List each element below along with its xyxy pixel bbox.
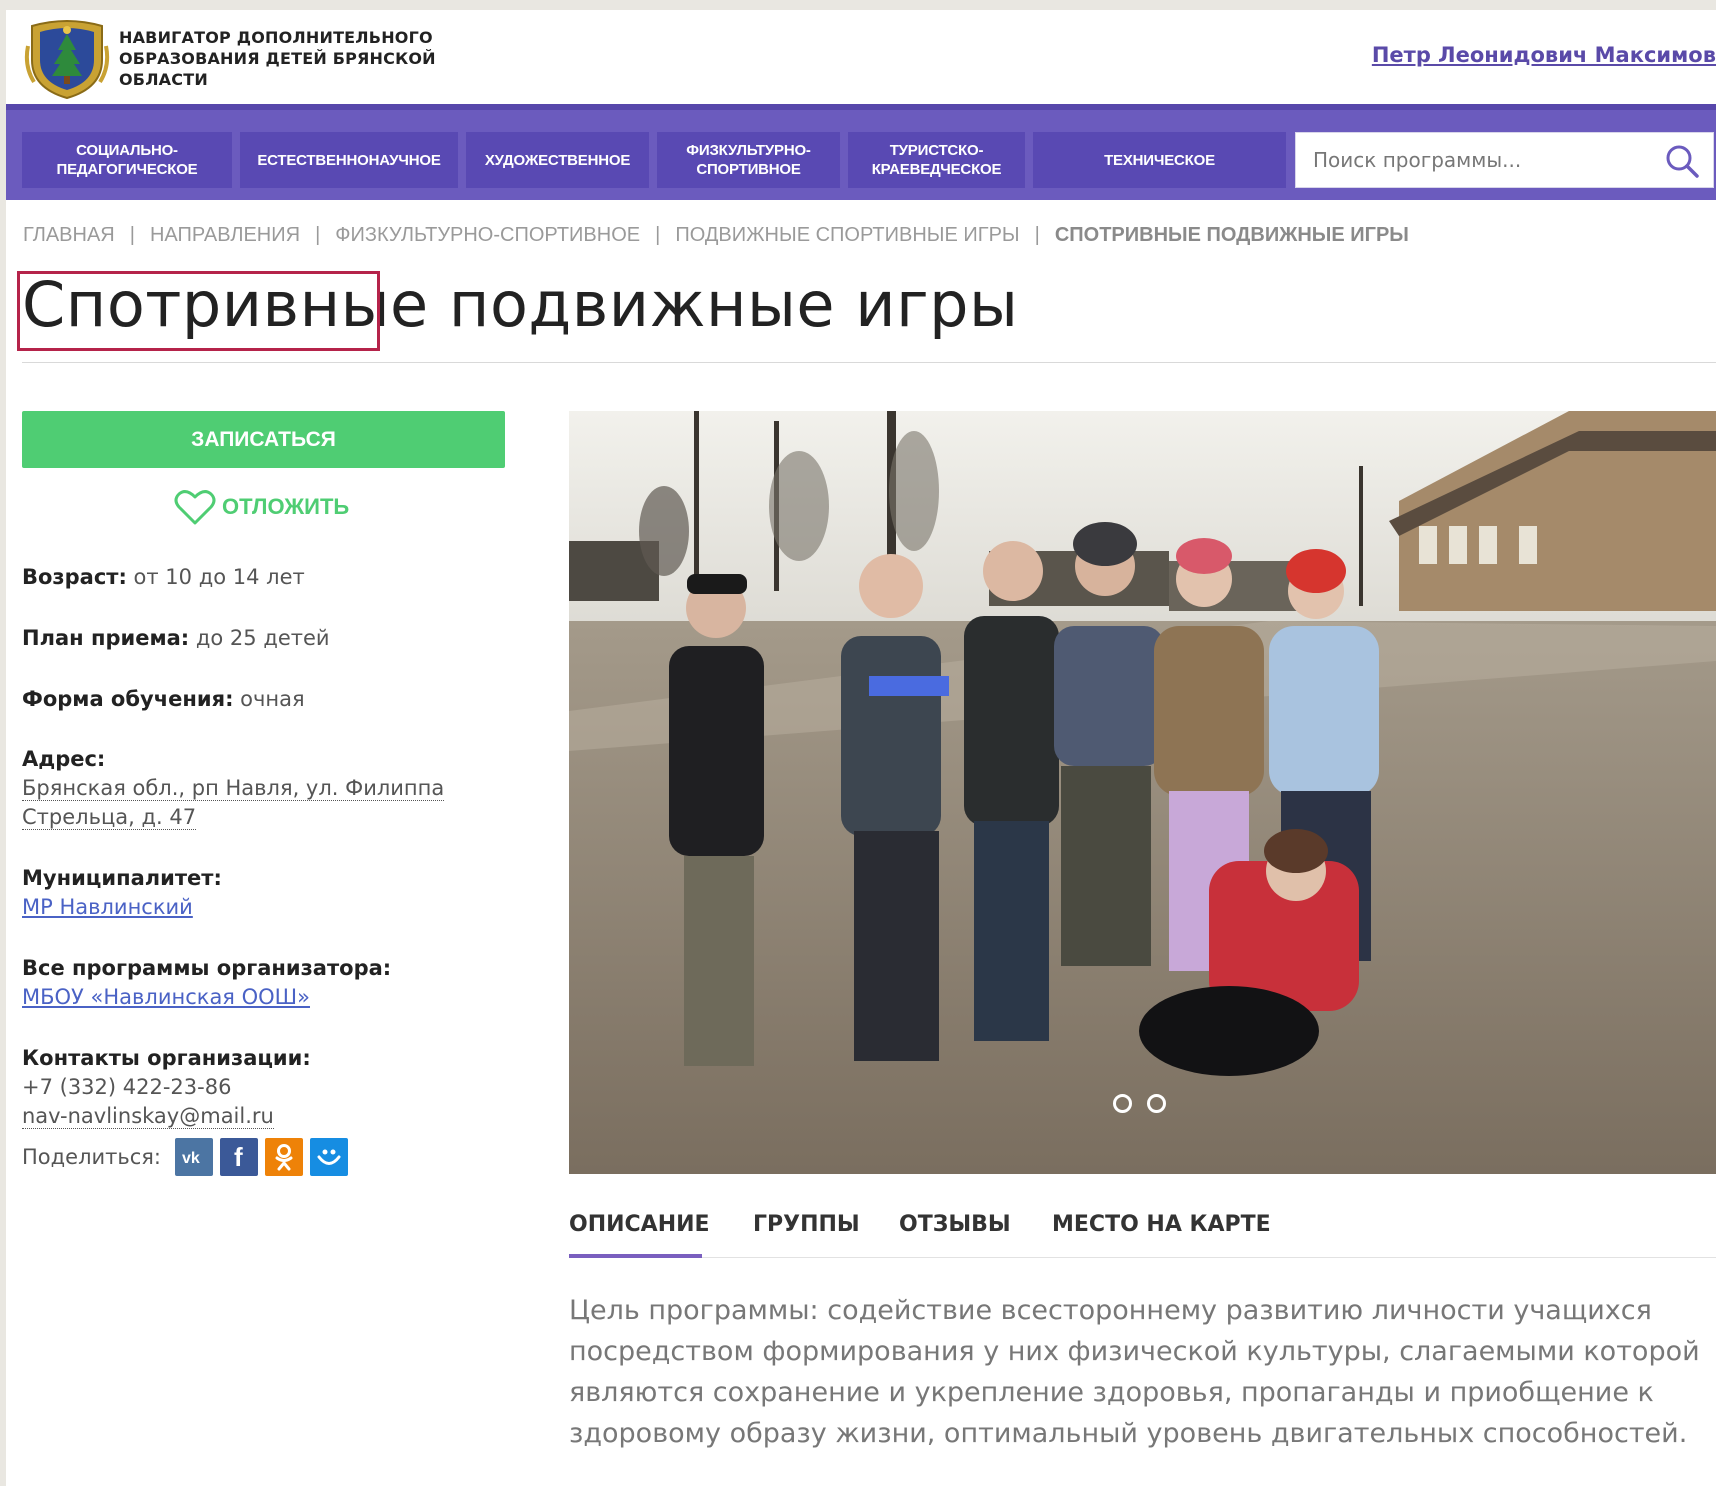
page: Навигатор дополнительного образования де… [6,10,1716,1486]
plan-info: План приема: до 25 детей [22,626,330,650]
plan-label: План приема: [22,626,190,650]
nav-item-artistic[interactable]: Художественное [466,132,649,188]
breadcrumb-separator: | [129,224,135,246]
user-profile-link[interactable]: Петр Леонидович Максимов [1372,43,1716,67]
moimir-icon[interactable] [310,1138,349,1176]
program-photo [569,411,1716,1174]
phone-number[interactable]: +7 (332) 422-23-86 [22,1073,311,1102]
program-description: Цель программы: содействие всестороннему… [569,1295,1700,1449]
coat-of-arms-logo[interactable] [24,16,110,100]
nav-item-natural-science[interactable]: Естественнонаучное [240,132,458,188]
search-input[interactable] [1296,133,1656,187]
contacts-label: Контакты организации: [22,1046,311,1070]
tab-reviews[interactable]: Отзывы [899,1200,1011,1258]
heart-icon [174,490,216,525]
organizer-link[interactable]: МБОУ «Навлинская ООШ» [22,985,310,1009]
direction-nav: Социально-педагогическое Естественнонауч… [6,104,1716,200]
program-search [1295,132,1714,188]
brand-line: области [119,70,208,89]
vk-icon[interactable]: vk [175,1138,214,1176]
breadcrumb-separator: | [315,224,321,246]
breadcrumb-current: Спотривные подвижные игры [1054,224,1409,246]
breadcrumb-separator: | [655,224,661,246]
breadcrumb-physical-sports[interactable]: Физкультурно-спортивное [335,224,640,246]
breadcrumb-separator: | [1034,224,1040,246]
address-info: Адрес: Брянская обл., рп Навля, ул. Фили… [22,745,445,832]
tab-description[interactable]: Описание [569,1200,710,1258]
age-label: Возраст: [22,565,127,589]
tab-map[interactable]: Место на карте [1052,1200,1271,1258]
organizer-info: Все программы организатора: МБОУ «Навлин… [22,954,391,1012]
email-address[interactable]: nav-navlinskay@mail.ru [22,1104,274,1129]
address-line[interactable]: Стрельца, д. 47 [22,805,197,830]
nav-item-technical[interactable]: Техническое [1033,132,1286,188]
nav-item-tourism-local-history[interactable]: Туристско-краеведческое [848,132,1025,188]
slider-dots [1113,1094,1181,1113]
address-label: Адрес: [22,747,106,771]
municipality-link[interactable]: МР Навлинский [22,895,193,919]
facebook-icon[interactable]: f [220,1138,259,1176]
age-value: от 10 до 14 лет [133,565,305,589]
enroll-button[interactable]: Записаться [22,411,505,468]
breadcrumb-home[interactable]: Главная [23,224,115,246]
brand-line: образования детей Брянской [119,49,436,68]
title-highlight-frame [17,271,380,351]
contacts-info: Контакты организации: +7 (332) 422-23-86… [22,1044,311,1131]
svg-text:vk: vk [182,1150,200,1165]
breadcrumb: Главная | Направления | Физкультурно-спортив… [23,224,1409,247]
nav-item-physical-sports[interactable]: Физкультурно-спортивное [657,132,840,188]
breadcrumb-directions[interactable]: Направления [150,224,300,246]
svg-text:f: f [234,1144,243,1170]
address-line[interactable]: Брянская обл., рп Навля, ул. Филиппа [22,776,445,801]
page-title-rest: подвижные игры [448,268,1019,341]
search-icon[interactable] [1665,144,1699,178]
breadcrumb-outdoor-games[interactable]: Подвижные спортивные игры [675,224,1019,246]
share-bar: Поделиться: vk f [22,1138,355,1176]
municipality-label: Муниципалитет: [22,866,222,890]
postpone-button[interactable]: Отложить [174,487,349,527]
form-info: Форма обучения: очная [22,687,305,711]
nav-item-social-pedagogical[interactable]: Социально-педагогическое [22,132,232,188]
title-divider [22,362,1716,363]
program-tabs: Описание Группы Отзывы Место на карте [569,1200,1716,1258]
postpone-label: Отложить [222,494,350,519]
plan-value: до 25 детей [195,626,330,650]
form-value: очная [240,687,305,711]
tab-groups[interactable]: Группы [753,1200,860,1258]
share-label: Поделиться: [22,1145,162,1169]
slider-dot[interactable] [1113,1094,1132,1113]
form-label: Форма обучения: [22,687,234,711]
odnoklassniki-icon[interactable] [265,1138,304,1176]
municipality-info: Муниципалитет: МР Навлинский [22,864,222,922]
organizer-label: Все программы организатора: [22,956,392,980]
brand-line: Навигатор дополнительного [119,28,433,47]
site-header: Навигатор дополнительного образования де… [6,10,1716,104]
age-info: Возраст: от 10 до 14 лет [22,565,305,589]
slider-dot[interactable] [1147,1094,1166,1113]
site-brand[interactable]: Навигатор дополнительного образования де… [119,27,449,90]
program-photo-slider[interactable] [569,411,1716,1174]
